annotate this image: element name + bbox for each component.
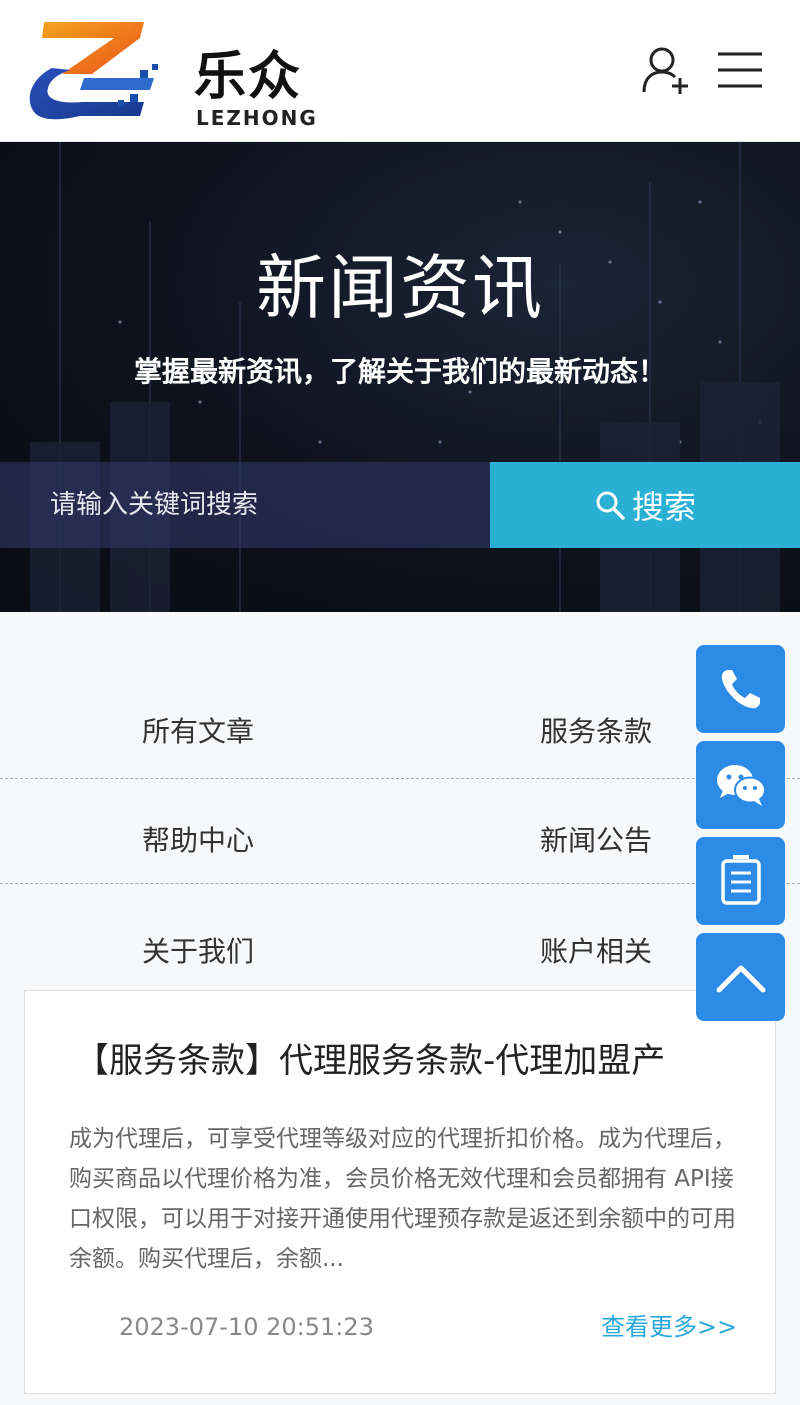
search-icon	[596, 491, 625, 520]
read-more-link[interactable]: 查看更多>>	[601, 1307, 737, 1342]
search-button-label: 搜索	[631, 488, 696, 526]
logo-z-mark-icon	[29, 22, 158, 120]
phone-button[interactable]	[696, 645, 785, 733]
search-button[interactable]: 搜索	[490, 462, 800, 548]
back-to-top-button[interactable]	[696, 933, 785, 1021]
user-add-icon[interactable]	[640, 44, 692, 96]
category-about-us[interactable]: 关于我们	[142, 930, 254, 970]
wechat-icon	[716, 765, 766, 806]
category-account[interactable]: 账户相关	[540, 930, 652, 970]
category-row: 帮助中心 新闻公告	[0, 779, 800, 884]
category-row: 所有文章 服务条款	[0, 672, 800, 779]
article-card[interactable]: 【服务条款】代理服务条款-代理加盟产 成为代理后，可享受代理等级对应的代理折扣价…	[24, 990, 776, 1394]
category-row: 关于我们 账户相关	[0, 884, 800, 990]
wechat-button[interactable]	[696, 741, 785, 829]
category-news-announcements[interactable]: 新闻公告	[540, 819, 652, 859]
phone-icon	[721, 670, 760, 709]
logo-text-english: LEZHONG	[196, 106, 318, 130]
brand-logo[interactable]: 乐众 LEZHONG	[22, 16, 316, 130]
site-header: 乐众 LEZHONG	[0, 0, 800, 142]
page-title: 新闻资讯	[256, 247, 544, 329]
news-banner: 新闻资讯 掌握最新资讯，了解关于我们的最新动态！ 搜索	[0, 142, 800, 612]
search-bar: 搜索	[0, 462, 800, 548]
notepad-icon	[720, 855, 761, 905]
hamburger-menu-icon[interactable]	[714, 48, 766, 92]
category-help-center[interactable]: 帮助中心	[142, 819, 254, 859]
page-subtitle: 掌握最新资讯，了解关于我们的最新动态！	[133, 355, 666, 388]
category-nav: 所有文章 服务条款 帮助中心 新闻公告 关于我们 账户相关	[0, 672, 800, 990]
category-all-articles[interactable]: 所有文章	[142, 710, 254, 750]
article-excerpt: 成为代理后，可享受代理等级对应的代理折扣价格。成为代理后，购买商品以代理价格为准…	[69, 1126, 736, 1272]
category-terms-of-service[interactable]: 服务条款	[540, 710, 652, 750]
logo-text-chinese: 乐众	[194, 47, 303, 107]
article-title[interactable]: 【服务条款】代理服务条款-代理加盟产	[75, 1033, 735, 1082]
notes-button[interactable]	[696, 837, 785, 925]
search-input[interactable]	[0, 462, 490, 548]
back-to-top-icon	[716, 965, 765, 993]
article-date: 2023-07-10 20:51:23	[119, 1313, 374, 1341]
